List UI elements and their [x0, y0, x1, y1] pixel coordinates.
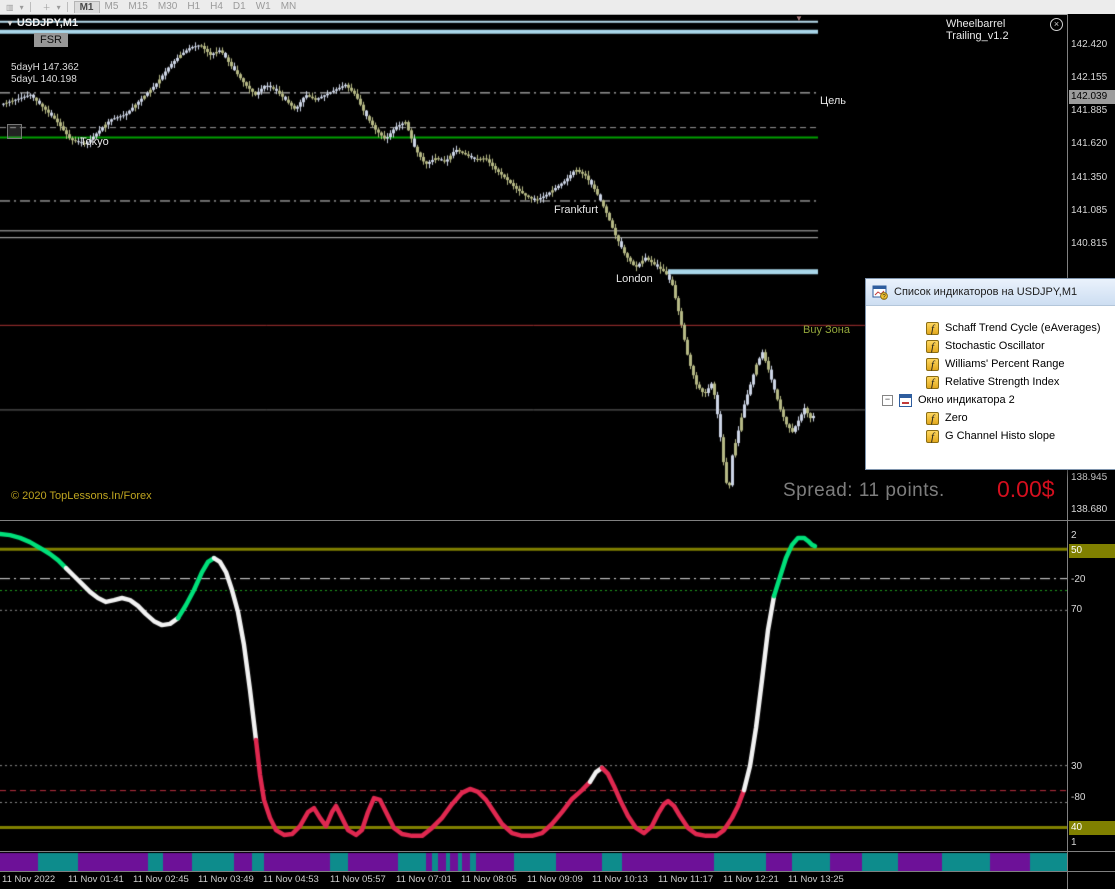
- time-label: 11 Nov 09:09: [527, 874, 583, 885]
- timeframe-button-m15[interactable]: M15: [123, 1, 152, 13]
- timeframe-toolbar: M1 M5 M15 M30 H1 H4 D1 W1 MN: [73, 1, 302, 13]
- price-label[interactable]: -20: [1071, 573, 1085, 587]
- chart-type-icon[interactable]: ▥: [6, 3, 14, 12]
- mt4-terminal-window: ▥ ▾ ＋ ▾ M1 M5 M15 M30 H1 H4 D1 W1 MN ▼ USDJPY,M1 …: [0, 0, 1115, 889]
- price-label[interactable]: 30: [1071, 760, 1082, 774]
- indicator-label: Окно индикатора 2: [918, 394, 1015, 406]
- level-label[interactable]: 50: [1069, 544, 1115, 558]
- crosshair-icon[interactable]: ＋: [43, 2, 51, 13]
- price-label[interactable]: 142.420: [1071, 38, 1107, 52]
- indicator-window-icon: [899, 393, 912, 407]
- indicator-list-item[interactable]: f Zero: [866, 409, 1115, 427]
- timeframe-button-h1[interactable]: H1: [182, 1, 205, 13]
- price-label[interactable]: 141.085: [1071, 204, 1107, 218]
- dialog-chart-icon: ?: [872, 285, 888, 300]
- pane-separator[interactable]: [0, 851, 1115, 852]
- timeframe-button-m1[interactable]: M1: [73, 1, 100, 13]
- timeframe-button-h4[interactable]: H4: [205, 1, 228, 13]
- price-label[interactable]: 2: [1071, 529, 1077, 543]
- timeframe-button-d1[interactable]: D1: [228, 1, 251, 13]
- price-label[interactable]: -80: [1071, 791, 1085, 805]
- price-label[interactable]: 1: [1071, 836, 1077, 850]
- indicator-list: f Schaff Trend Cycle (eAverages) f Stochast…: [866, 306, 1115, 445]
- indicator-label: Schaff Trend Cycle (eAverages): [945, 322, 1101, 334]
- indicator-list-item[interactable]: f Relative Strength Index: [866, 373, 1115, 391]
- indicator-list-item[interactable]: f G Channel Histo slope: [866, 427, 1115, 445]
- dialog-title: Список индикаторов на USDJPY,M1: [894, 286, 1078, 298]
- time-label: 11 Nov 04:53: [263, 874, 319, 885]
- ea-close-icon[interactable]: ×: [1050, 18, 1063, 31]
- time-label: 11 Nov 07:01: [396, 874, 452, 885]
- price-label[interactable]: 142.155: [1071, 71, 1107, 85]
- indicator-label: Stochastic Oscillator: [945, 340, 1045, 352]
- indicator-list-item[interactable]: f Schaff Trend Cycle (eAverages): [866, 319, 1115, 337]
- price-label[interactable]: 138.680: [1071, 503, 1107, 517]
- level-label[interactable]: 40: [1069, 821, 1115, 835]
- top-toolbar: ▥ ▾ ＋ ▾ M1 M5 M15 M30 H1 H4 D1 W1 MN: [0, 0, 1115, 15]
- time-label: 11 Nov 10:13: [592, 874, 648, 885]
- time-label: 11 Nov 11:17: [658, 874, 714, 885]
- indicator-list-item[interactable]: f Stochastic Oscillator: [866, 337, 1115, 355]
- time-label: 11 Nov 2022: [2, 874, 56, 885]
- timeframe-button-m30[interactable]: M30: [153, 1, 182, 13]
- price-label[interactable]: 70: [1071, 603, 1082, 617]
- price-label[interactable]: 141.620: [1071, 137, 1107, 151]
- time-label: 11 Nov 08:05: [461, 874, 517, 885]
- indicator-function-icon: f: [926, 375, 939, 389]
- chevron-down-icon[interactable]: ▾: [20, 3, 24, 12]
- pane-separator[interactable]: [0, 520, 1115, 521]
- indicator-function-icon: f: [926, 411, 939, 425]
- tree-expander-icon[interactable]: −: [882, 394, 893, 406]
- indicator-list-item[interactable]: f Williams' Percent Range: [866, 355, 1115, 373]
- current-price-label[interactable]: 142.039: [1069, 90, 1115, 104]
- chevron-down-icon[interactable]: ▾: [57, 3, 61, 12]
- toolbar-divider: [29, 2, 31, 12]
- price-label[interactable]: 138.945: [1071, 471, 1107, 485]
- toolbar-divider: [66, 2, 68, 12]
- time-label: 11 Nov 01:41: [68, 874, 124, 885]
- price-label[interactable]: 140.815: [1071, 237, 1107, 251]
- indicator-function-icon: f: [926, 429, 939, 443]
- indicator-function-icon: f: [926, 321, 939, 335]
- indicator-list-item[interactable]: − Окно индикатора 2: [866, 391, 1115, 409]
- indicator-label: Zero: [945, 412, 968, 424]
- time-label: 11 Nov 03:49: [198, 874, 254, 885]
- indicator-function-icon: f: [926, 339, 939, 353]
- indicator-label: Relative Strength Index: [945, 376, 1060, 388]
- price-label[interactable]: 141.350: [1071, 171, 1107, 185]
- timeframe-button-m5[interactable]: M5: [100, 1, 124, 13]
- time-label: 11 Nov 12:21: [723, 874, 779, 885]
- indicator-label: G Channel Histo slope: [945, 430, 1056, 442]
- time-label: 11 Nov 02:45: [133, 874, 189, 885]
- price-label[interactable]: 141.885: [1071, 104, 1107, 118]
- time-label: 11 Nov 13:25: [788, 874, 844, 885]
- timeframe-button-w1[interactable]: W1: [251, 1, 276, 13]
- indicator-label: Williams' Percent Range: [945, 358, 1065, 370]
- indicator-function-icon: f: [926, 357, 939, 371]
- dialog-titlebar[interactable]: ? Список индикаторов на USDJPY,M1: [866, 279, 1115, 306]
- timeframe-button-mn[interactable]: MN: [276, 1, 302, 13]
- time-axis[interactable]: 11 Nov 2022 11 Nov 01:41 11 Nov 02:45 11 No…: [0, 872, 1067, 889]
- indicator-list-dialog: ? Список индикаторов на USDJPY,M1 f Schaf…: [865, 278, 1115, 470]
- time-label: 11 Nov 05:57: [330, 874, 386, 885]
